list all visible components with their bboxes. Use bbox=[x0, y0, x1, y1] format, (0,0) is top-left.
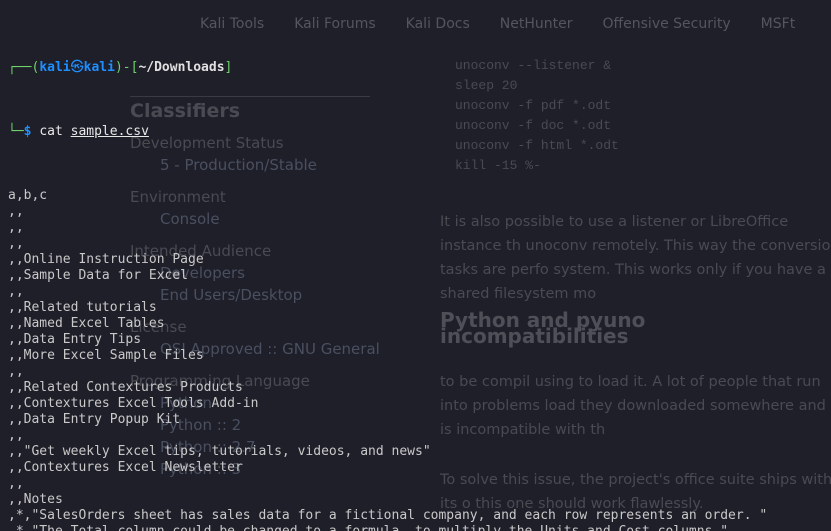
terminal-output: a,b,c,,,,,,,,Online Instruction Page,,Sa… bbox=[8, 188, 823, 531]
output-line: ,,Named Excel Tables bbox=[8, 316, 823, 332]
output-line: ,,Notes bbox=[8, 492, 823, 508]
prompt-path: ~/Downloads bbox=[138, 60, 224, 75]
output-line: ,, bbox=[8, 428, 823, 444]
prompt-rparen: ) bbox=[115, 60, 123, 75]
output-line: ,, bbox=[8, 220, 823, 236]
output-line: ,,Contextures Excel Tools Add-in bbox=[8, 396, 823, 412]
output-line: ,, bbox=[8, 204, 823, 220]
prompt-at-icon: ㉿ bbox=[71, 60, 84, 75]
output-line: a,b,c bbox=[8, 188, 823, 204]
command-arg: sample.csv bbox=[71, 124, 149, 139]
prompt-dash: - bbox=[123, 60, 131, 75]
output-line: ,,Related Contextures Products bbox=[8, 380, 823, 396]
output-line: ,, bbox=[8, 284, 823, 300]
output-line: ,,Online Instruction Page bbox=[8, 252, 823, 268]
output-line: ,,Data Entry Tips bbox=[8, 332, 823, 348]
prompt-corner: ┌──( bbox=[8, 60, 39, 75]
output-line: ,,Data Entry Popup Kit bbox=[8, 412, 823, 428]
output-line: ,,More Excel Sample Files bbox=[8, 348, 823, 364]
command: cat bbox=[39, 124, 62, 139]
prompt-sigil: $ bbox=[24, 124, 40, 139]
output-line: ,,Contextures Excel Newsletter bbox=[8, 460, 823, 476]
prompt-line-1: ┌──(kali㉿kali)-[~/Downloads] bbox=[8, 60, 823, 76]
output-line: ,*,"SalesOrders sheet has sales data for… bbox=[8, 508, 823, 524]
terminal[interactable]: ┌──(kali㉿kali)-[~/Downloads] └─$ cat sam… bbox=[0, 0, 831, 531]
output-line: ,, bbox=[8, 364, 823, 380]
output-line: ,,"Get weekly Excel tips, tutorials, vid… bbox=[8, 444, 823, 460]
output-line: ,*,"The Total column could be changed to… bbox=[8, 524, 823, 531]
output-line: ,,Sample Data for Excel bbox=[8, 268, 823, 284]
output-line: ,, bbox=[8, 236, 823, 252]
prompt-rbrack: ] bbox=[225, 60, 233, 75]
prompt-user: kali bbox=[39, 60, 70, 75]
prompt-host: kali bbox=[84, 60, 115, 75]
output-line: ,,Related tutorials bbox=[8, 300, 823, 316]
output-line: ,, bbox=[8, 476, 823, 492]
prompt-corner2: └─ bbox=[8, 124, 24, 139]
prompt-line-2: └─$ cat sample.csv bbox=[8, 124, 823, 140]
